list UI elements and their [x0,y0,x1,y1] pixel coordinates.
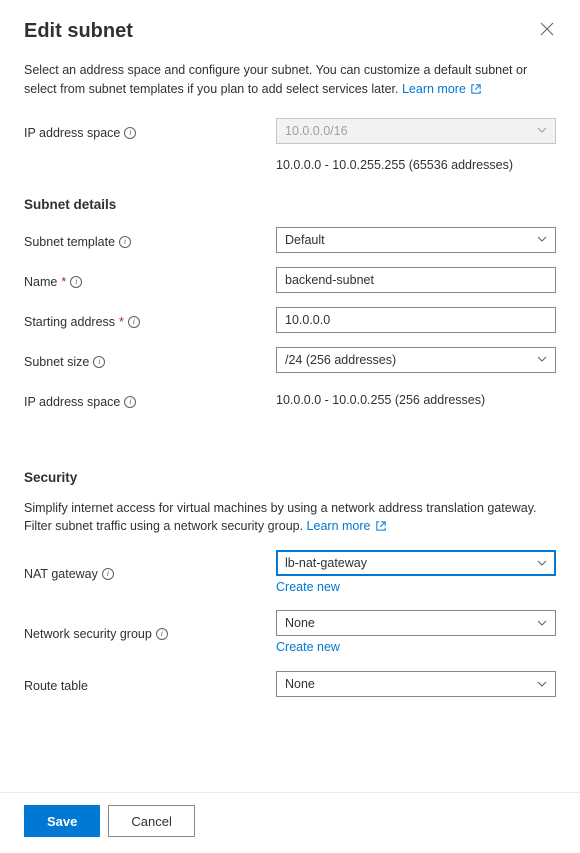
security-learn-more-link[interactable]: Learn more [307,519,386,533]
info-icon[interactable]: i [102,568,114,580]
chevron-down-icon [537,679,547,690]
chevron-down-icon [537,558,547,569]
starting-address-label: Starting address * i [24,311,276,329]
intro-text: Select an address space and configure yo… [24,61,556,99]
nsg-create-new-link[interactable]: Create new [276,640,340,654]
ip-space-label-2: IP address space i [24,391,276,409]
subnet-size-select[interactable]: /24 (256 addresses) [276,347,556,373]
external-link-icon [372,521,385,533]
chevron-down-icon [537,618,547,629]
nat-gateway-label: NAT gateway i [24,563,276,581]
subnet-size-label: Subnet size i [24,351,276,369]
page-title: Edit subnet [24,20,133,43]
route-table-select[interactable]: None [276,671,556,697]
nat-create-new-link[interactable]: Create new [276,580,340,594]
name-label: Name * i [24,271,276,289]
chevron-down-icon [537,234,547,245]
cancel-button[interactable]: Cancel [108,805,194,837]
chevron-down-icon [537,354,547,365]
footer: Save Cancel [0,792,580,853]
route-table-label: Route table [24,675,276,693]
subnet-details-heading: Subnet details [24,197,556,212]
starting-address-input[interactable]: 10.0.0.0 [276,307,556,333]
info-icon[interactable]: i [93,356,105,368]
nat-gateway-select[interactable]: lb-nat-gateway [276,550,556,576]
security-desc: Simplify internet access for virtual mac… [24,499,556,537]
close-button[interactable] [538,20,556,41]
subnet-template-select[interactable]: Default [276,227,556,253]
info-icon[interactable]: i [70,276,82,288]
subnet-template-label: Subnet template i [24,231,276,249]
name-input[interactable]: backend-subnet [276,267,556,293]
ip-space-label: IP address space i [24,122,276,140]
security-heading: Security [24,470,556,485]
info-icon[interactable]: i [128,316,140,328]
ip-space-range: 10.0.0.0 - 10.0.255.255 (65536 addresses… [276,158,556,172]
nsg-select[interactable]: None [276,610,556,636]
save-button[interactable]: Save [24,805,100,837]
ip-space-value-2: 10.0.0.0 - 10.0.0.255 (256 addresses) [276,393,556,407]
learn-more-link[interactable]: Learn more [402,82,481,96]
nsg-label: Network security group i [24,623,276,641]
info-icon[interactable]: i [124,127,136,139]
info-icon[interactable]: i [124,396,136,408]
ip-space-select: 10.0.0.0/16 [276,118,556,144]
external-link-icon [468,84,481,96]
info-icon[interactable]: i [156,628,168,640]
chevron-down-icon [537,125,547,136]
info-icon[interactable]: i [119,236,131,248]
